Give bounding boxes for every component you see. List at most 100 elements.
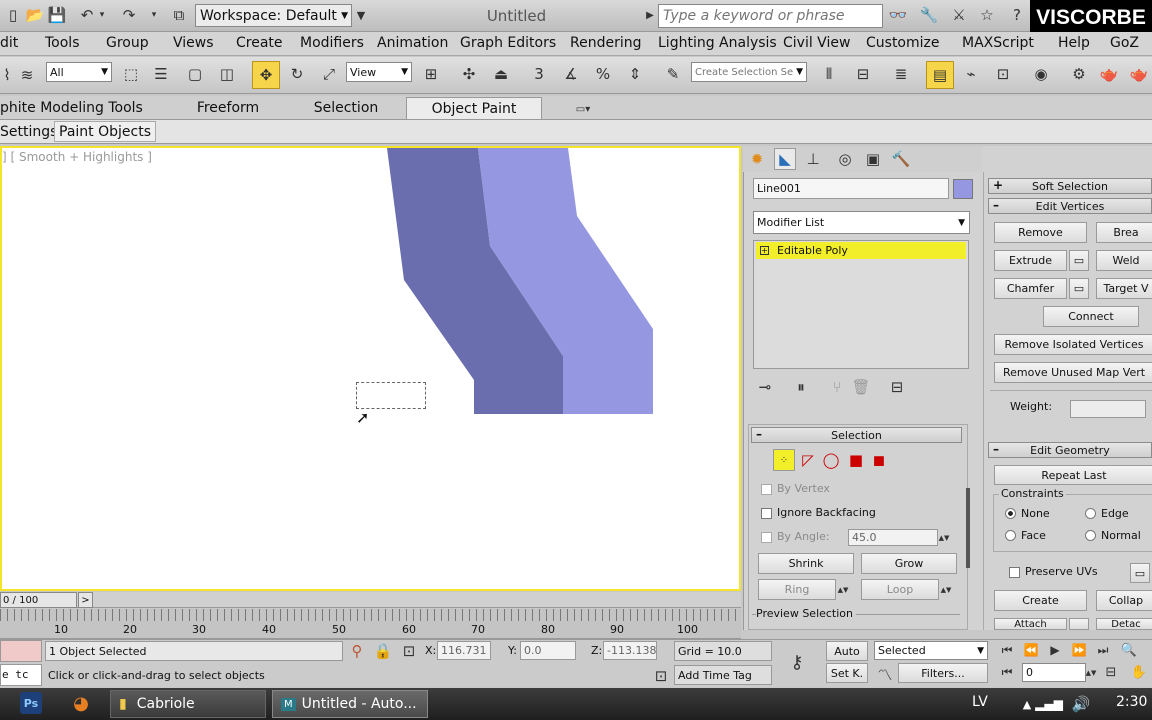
filters-button[interactable]: Filters... [898,663,988,683]
open-file-icon[interactable]: 📂 [24,4,46,26]
rectangle-region-icon[interactable]: ▢ [184,63,206,85]
menu-help[interactable]: Help [1058,35,1090,51]
transform-mode-icon[interactable]: ⊡ [398,640,420,662]
extrude-settings-button[interactable]: ▭ [1069,250,1089,271]
constraint-normal-radio[interactable] [1085,530,1096,541]
bind-spacewarp-icon[interactable]: ≋ [16,64,38,86]
shrink-button[interactable]: Shrink [758,553,854,574]
time-slider-thumb[interactable]: 0 / 100 [0,592,77,608]
target-weld-button[interactable]: Target V [1096,278,1152,299]
repeat-last-button[interactable]: Repeat Last [994,465,1152,485]
angle-spinner-icon[interactable]: ▲▼ [938,529,950,546]
pin-stack-icon[interactable]: ⊸ [754,376,776,398]
pan-view-icon[interactable]: ✋ [1128,661,1150,683]
utilities-tab-icon[interactable]: 🔨 [890,148,912,170]
angle-snap-icon[interactable]: ∡ [560,63,582,85]
next-frame-icon[interactable]: ⏩ [1068,639,1090,661]
layer-manager-icon[interactable]: ≣ [890,63,912,85]
firefox-icon[interactable]: ◕ [70,692,92,714]
link-icon[interactable]: ⌇ [0,64,14,86]
key-mode-dropdown[interactable]: Selected ▼ [874,641,988,660]
scale-icon[interactable]: ⤢ [318,63,340,85]
create-tab-icon[interactable]: ✹ [746,148,768,170]
menu-goz[interactable]: GoZ [1110,35,1139,51]
attach-settings-button[interactable] [1069,618,1089,630]
menu-create[interactable]: Create [236,35,283,51]
constraint-edge-radio[interactable] [1085,508,1096,519]
tools-icon[interactable]: 🔧 [918,4,940,26]
isolate-selection-icon[interactable]: ⚲ [346,640,368,662]
tab-freeform[interactable]: Freeform [178,97,278,119]
loop-spinner-icon[interactable]: ▲▼ [940,579,952,600]
chamfer-button[interactable]: Chamfer [994,278,1067,299]
add-time-tag-field[interactable]: Add Time Tag [674,665,772,685]
key-filters-icon[interactable]: 〽 [874,663,896,685]
tab-object-paint[interactable]: Object Paint [406,97,542,119]
object-color-swatch[interactable] [953,179,973,199]
new-file-icon[interactable]: ▯ [2,4,24,26]
edit-geometry-header[interactable]: – Edit Geometry [988,442,1152,458]
configure-modifier-sets-icon[interactable]: ⊟ [886,376,908,398]
make-unique-icon[interactable]: ⑂ [826,376,848,398]
redo-icon[interactable]: ↷ [118,4,140,26]
break-button[interactable]: Brea [1096,222,1152,243]
collapse-button[interactable]: Collap [1096,590,1152,611]
undo-dropdown-icon[interactable]: ▾ [96,4,108,26]
menu-group[interactable]: Group [106,35,149,51]
keyboard-shortcut-icon[interactable]: ⏏ [490,63,512,85]
set-key-icon[interactable]: ⚷ [782,648,812,676]
expand-plus-icon[interactable]: + [760,246,769,255]
tab-selection[interactable]: Selection [296,97,396,119]
ring-button[interactable]: Ring [758,579,836,600]
menu-rendering[interactable]: Rendering [570,35,642,51]
attach-button[interactable]: Attach [994,618,1067,630]
menu-views[interactable]: Views [173,35,214,51]
edge-level-icon[interactable]: ◸ [797,449,819,471]
selection-filter-dropdown[interactable]: All ▼ [46,62,112,82]
selection-rollout-header[interactable]: – Selection [751,427,962,443]
remove-isolated-button[interactable]: Remove Isolated Vertices [994,334,1152,355]
editable-poly-shape[interactable] [0,146,741,591]
search-input[interactable] [658,4,883,28]
preserve-uvs-settings-button[interactable]: ▭ [1130,563,1150,583]
menu-tools[interactable]: Tools [45,35,80,51]
menu-graph-editors[interactable]: Graph Editors [460,35,556,51]
hierarchy-tab-icon[interactable]: ⊥ [802,148,824,170]
move-icon[interactable]: ✥ [252,61,280,89]
render-production-icon[interactable]: 🫖 [1128,63,1150,85]
go-to-end-icon[interactable]: ⏭ [1092,639,1114,661]
auto-key-button[interactable]: Auto [826,641,868,661]
by-angle-checkbox[interactable] [761,532,772,543]
z-coord-field[interactable]: -113.138 [603,641,657,660]
pivot-center-icon[interactable]: ⊞ [420,63,442,85]
time-slider-track[interactable] [0,592,741,608]
menu-civil-view[interactable]: Civil View [783,35,850,51]
rendered-frame-icon[interactable]: 🫖 [1098,63,1120,85]
constraint-face-radio[interactable] [1005,530,1016,541]
go-to-start-icon[interactable]: ⏮ [996,639,1018,661]
menu-modifiers[interactable]: Modifiers [300,35,364,51]
menu-customize[interactable]: Customize [866,35,940,51]
frame-spinner-icon[interactable]: ▲▼ [1086,663,1097,682]
preserve-uvs-checkbox[interactable] [1009,567,1020,578]
panel-scrollbar[interactable] [966,488,970,568]
star-icon[interactable]: ☆ [976,4,998,26]
modifier-list-dropdown[interactable]: Modifier List ▼ [753,211,970,234]
by-vertex-checkbox[interactable] [761,484,772,495]
grow-button[interactable]: Grow [861,553,957,574]
weld-button[interactable]: Weld [1096,250,1152,271]
menu-animation[interactable]: Animation [377,35,448,51]
loop-button[interactable]: Loop [861,579,939,600]
select-by-name-icon[interactable]: ☰ [150,63,172,85]
angle-field[interactable]: 45.0 [848,529,938,546]
edit-vertices-header[interactable]: – Edit Vertices [988,198,1152,214]
ring-spinner-icon[interactable]: ▲▼ [837,579,849,600]
motion-tab-icon[interactable]: ◎ [834,148,856,170]
select-manipulate-icon[interactable]: ✣ [458,63,480,85]
mirror-icon[interactable]: ⫴ [818,63,840,85]
lock-selection-icon[interactable]: 🔒 [372,640,394,662]
remove-unused-map-button[interactable]: Remove Unused Map Vert [994,362,1152,383]
schematic-view-icon[interactable]: ⊡ [992,63,1014,85]
ribbon-paint-objects[interactable]: Paint Objects [54,121,156,142]
display-tab-icon[interactable]: ▣ [862,148,884,170]
